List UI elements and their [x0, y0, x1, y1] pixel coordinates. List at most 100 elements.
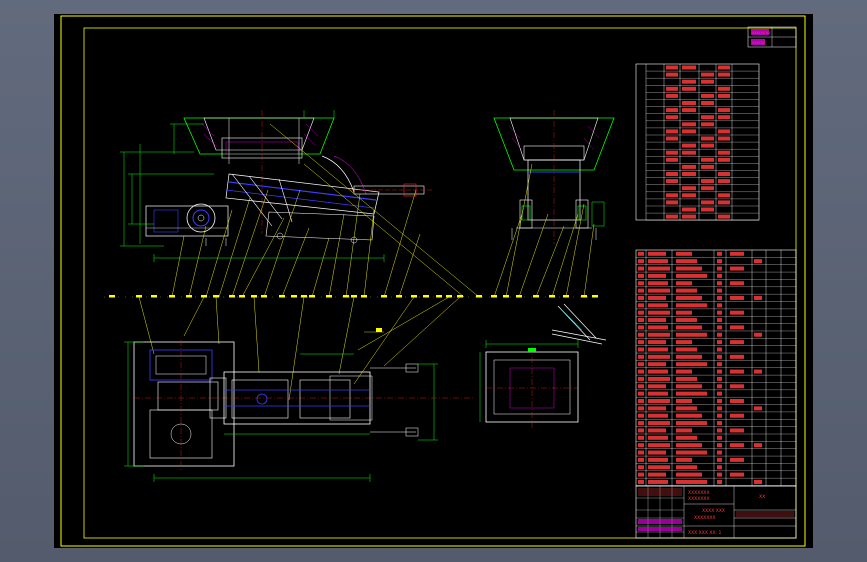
balloon-mark [351, 295, 357, 298]
parts-qty-mark [717, 310, 722, 315]
parts-qty-mark [717, 288, 722, 293]
parts-qty-mark [717, 428, 722, 433]
balloon-mark [213, 295, 219, 298]
corner-block: XXXXXX XX XXXXXX [747, 26, 797, 48]
spec-cell-mark [682, 207, 696, 212]
parts-index-mark [638, 266, 644, 271]
parts-code-mark [648, 273, 666, 278]
spec-cell-mark [718, 200, 730, 205]
parts-qty-mark [717, 421, 722, 426]
spec-cell-mark [701, 122, 714, 127]
parts-name-mark [676, 325, 702, 330]
parts-material-mark [730, 310, 744, 315]
parts-name-mark [676, 273, 707, 278]
parts-code-mark [648, 251, 666, 256]
parts-name-mark [676, 376, 697, 381]
balloon-mark [186, 295, 192, 298]
balloon-mark [326, 295, 332, 298]
parts-name-mark [676, 369, 692, 374]
parts-list-table [635, 249, 797, 487]
parts-qty-mark [717, 347, 722, 352]
spec-cell-mark [666, 72, 678, 77]
title-block: XXXXXXX XXXXXXX XXXX XXX XXXXXXX XX XXX … [635, 485, 797, 539]
parts-code-mark [648, 354, 670, 359]
parts-index-mark [638, 347, 644, 352]
spec-cell-mark [701, 157, 714, 162]
parts-code-mark [648, 259, 668, 264]
parts-material-mark [730, 281, 744, 286]
spec-cell-mark [682, 150, 696, 155]
parts-qty-mark [717, 362, 722, 367]
parts-index-mark [638, 443, 644, 448]
parts-qty-mark [717, 406, 722, 411]
balloon-mark [279, 295, 285, 298]
parts-qty-mark [717, 325, 722, 330]
parts-qty-mark [717, 266, 722, 271]
parts-index-mark [638, 318, 644, 323]
parts-material-mark [730, 472, 744, 477]
parts-index-mark [638, 465, 644, 470]
spec-cell-mark [666, 65, 678, 70]
parts-code-mark [648, 465, 670, 470]
parts-code-mark [648, 281, 668, 286]
balloon-mark [151, 295, 157, 298]
parts-code-mark [648, 421, 670, 426]
parts-qty-mark [717, 259, 722, 264]
spec-cell-mark [701, 136, 714, 141]
spec-cell-mark [701, 164, 714, 169]
balloon-mark [291, 295, 297, 298]
spec-cell-mark [718, 115, 730, 120]
parts-weight-mark [754, 369, 762, 374]
balloon-mark [261, 295, 267, 298]
parts-code-mark [648, 325, 668, 330]
parts-qty-mark [717, 354, 722, 359]
spec-cell-mark [701, 143, 714, 148]
spec-cell-mark [701, 186, 714, 191]
parts-name-mark [676, 288, 697, 293]
spec-cell-mark [666, 86, 678, 91]
parts-name-mark [676, 443, 702, 448]
balloon-mark [239, 295, 245, 298]
parts-code-mark [648, 472, 666, 477]
balloon-mark [516, 295, 522, 298]
balloon-mark [491, 295, 497, 298]
parts-weight-mark [754, 332, 762, 337]
spec-cell-mark [666, 214, 678, 219]
parts-index-mark [638, 457, 644, 462]
parts-material-mark [730, 354, 744, 359]
parts-name-mark [676, 435, 697, 440]
spec-cell-mark [666, 179, 678, 184]
parts-name-mark [676, 362, 707, 367]
parts-material-mark [730, 369, 744, 374]
parts-code-mark [648, 413, 668, 418]
parts-qty-mark [717, 443, 722, 448]
parts-index-mark [638, 450, 644, 455]
spec-cell-mark [682, 86, 696, 91]
parts-code-mark [648, 391, 668, 396]
spec-cell-mark [701, 179, 714, 184]
parts-name-mark [676, 347, 697, 352]
spec-cell-mark [682, 172, 696, 176]
parts-index-mark [638, 369, 644, 374]
drawing-sheet: XXXXXX XX XXXXXX XXXXXXX XXXXXXX XXXX XX… [54, 14, 813, 548]
parts-index-mark [638, 295, 644, 300]
spec-cell-mark [666, 129, 678, 134]
parts-code-mark [648, 332, 670, 337]
parts-name-mark [676, 465, 697, 470]
parts-qty-mark [717, 340, 722, 345]
balloon-mark [581, 295, 587, 298]
title-block-label-right: XXXXXXX [688, 496, 710, 502]
parts-material-mark [730, 413, 744, 418]
parts-name-mark [676, 457, 692, 462]
spec-cell-mark [682, 143, 696, 148]
parts-qty-mark [717, 450, 722, 455]
parts-code-mark [648, 266, 670, 271]
parts-index-mark [638, 376, 644, 381]
balloon-mark [229, 295, 235, 298]
parts-index-mark [638, 273, 644, 278]
parts-material-mark [730, 325, 744, 330]
cad-viewport: XXXXXX XX XXXXXX XXXXXXX XXXXXXX XXXX XX… [0, 0, 867, 562]
parts-qty-mark [717, 251, 722, 256]
parts-code-mark [648, 295, 666, 300]
parts-code-mark [648, 450, 666, 455]
